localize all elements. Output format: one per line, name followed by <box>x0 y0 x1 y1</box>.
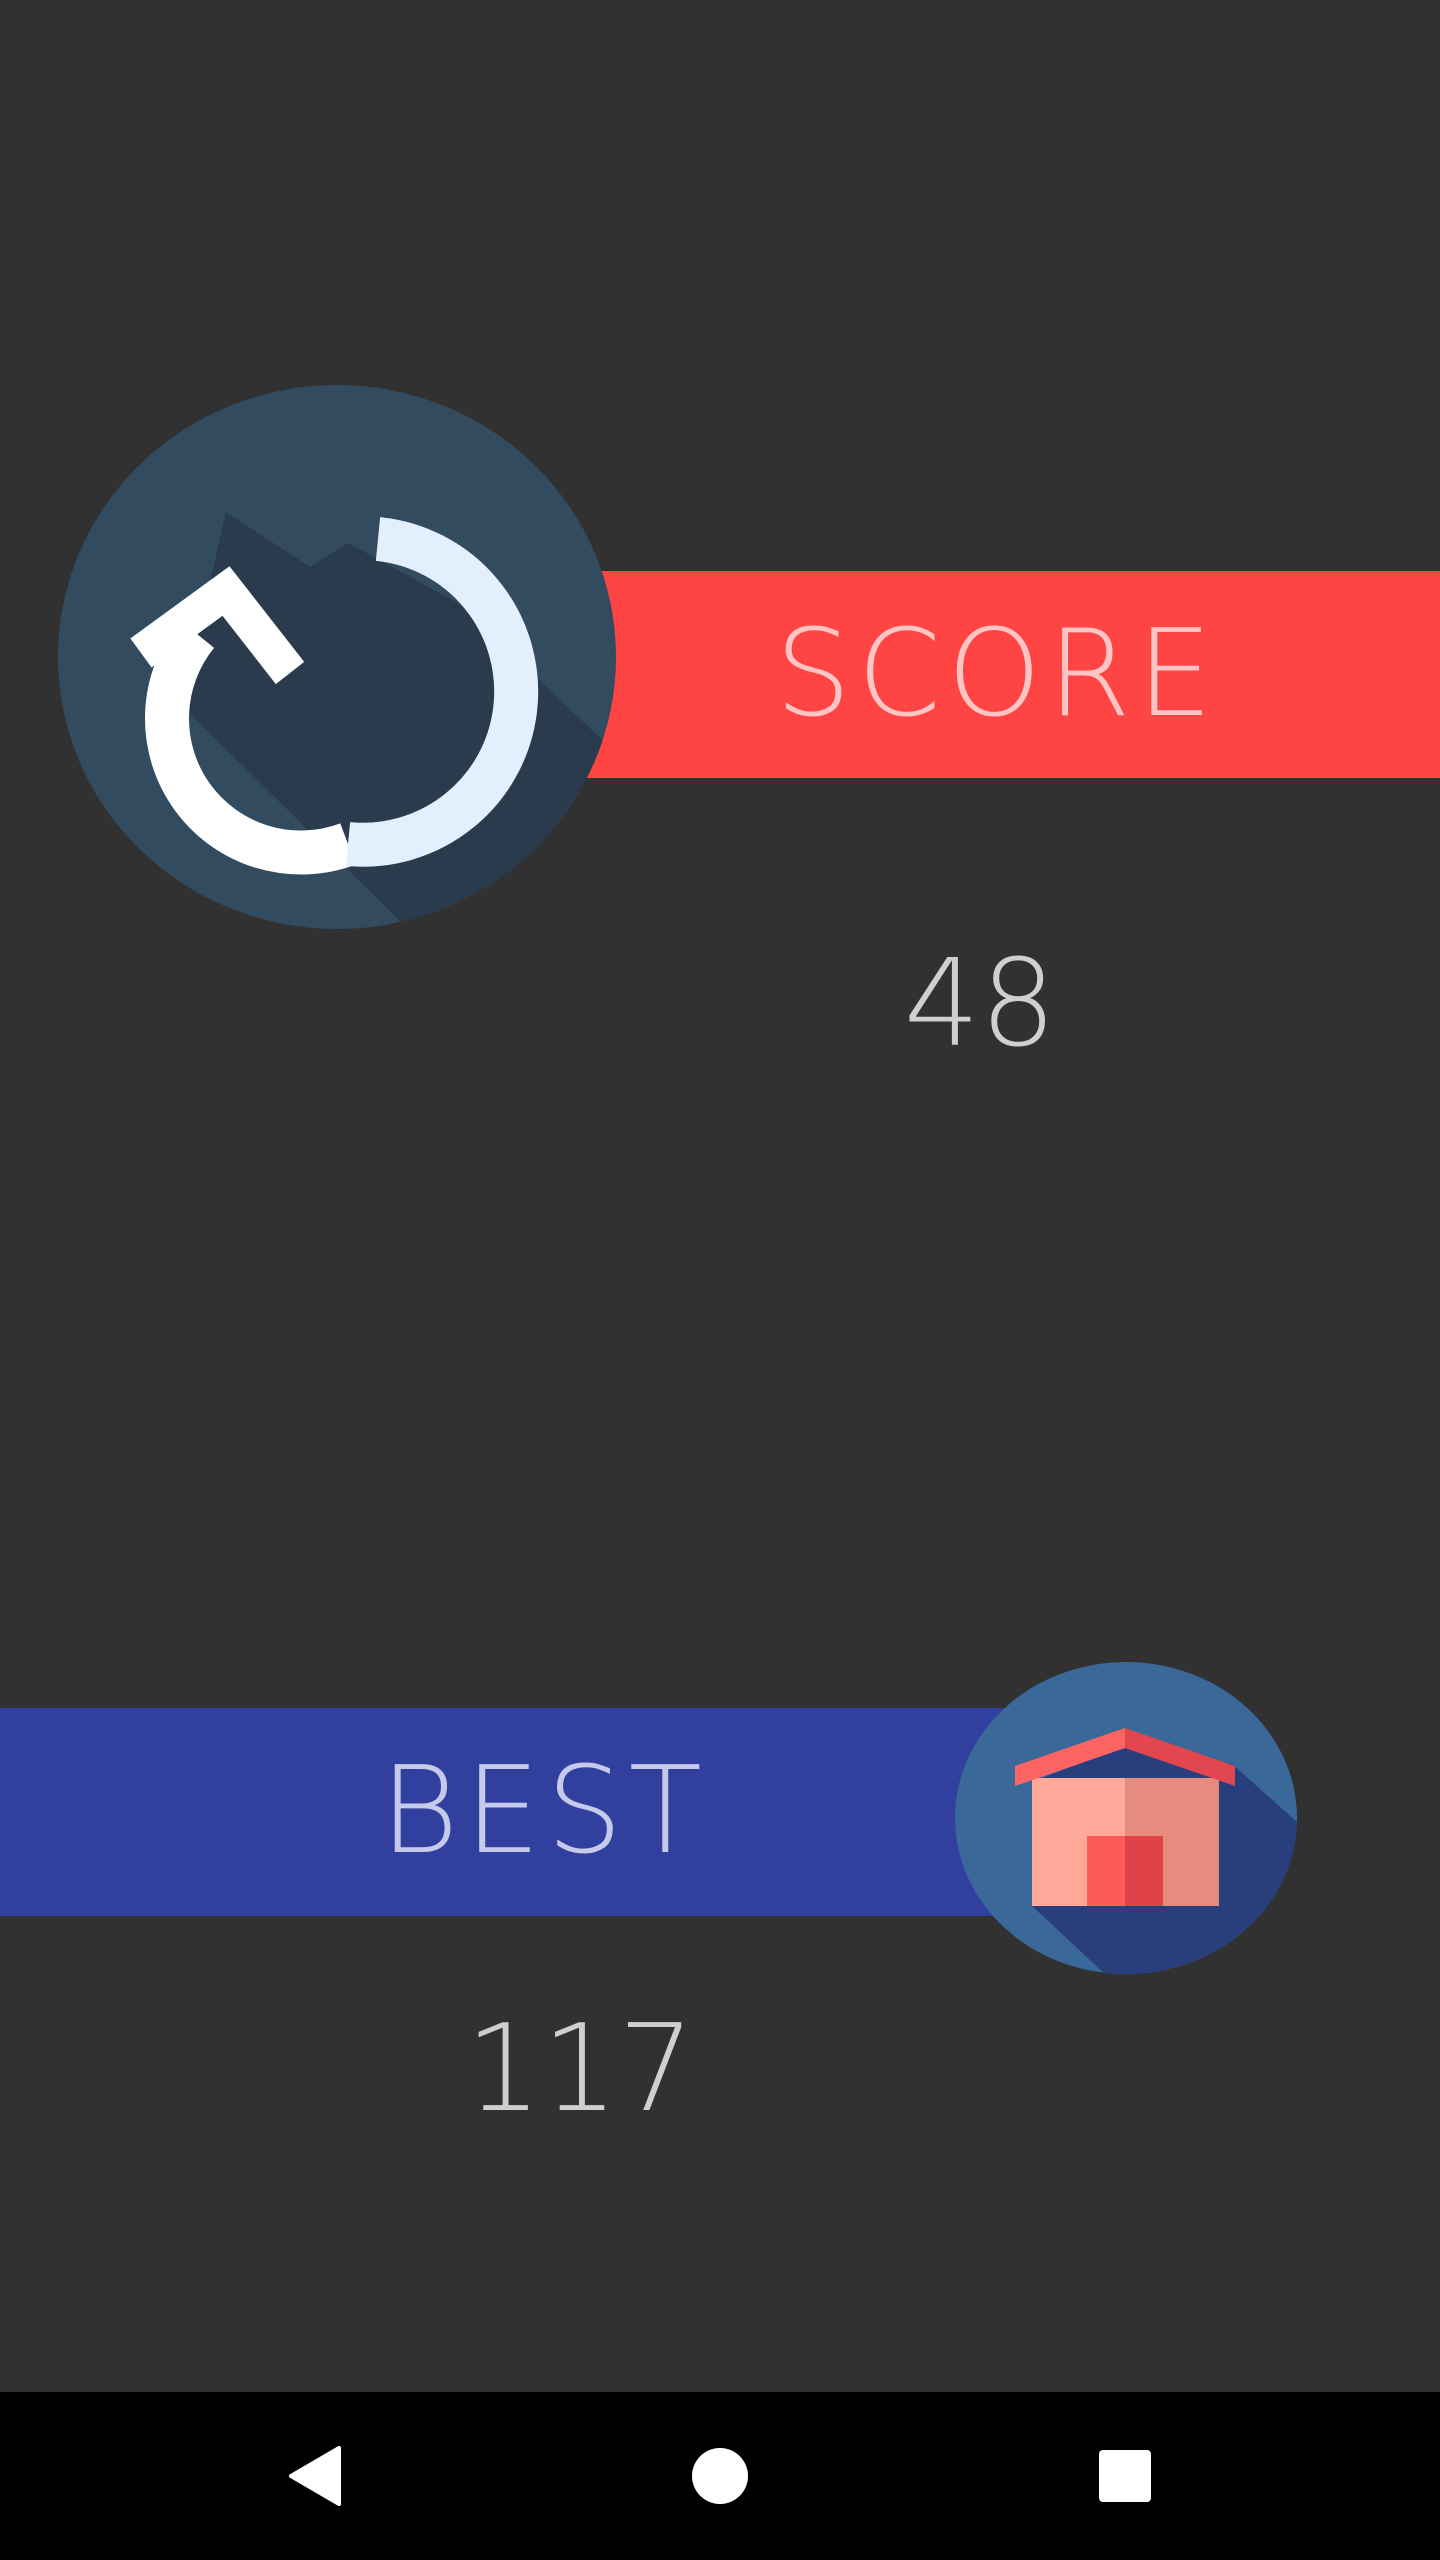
nav-recents-button[interactable] <box>1085 2436 1165 2516</box>
best-label: BEST <box>380 1742 708 1881</box>
score-label: SCORE <box>775 605 1219 744</box>
restart-button[interactable] <box>58 385 616 929</box>
home-button[interactable] <box>955 1662 1297 1974</box>
recents-square-icon <box>1099 2450 1151 2502</box>
score-banner: SCORE <box>560 571 1440 778</box>
best-banner: BEST <box>0 1708 1010 1916</box>
best-value: 117 <box>465 2000 695 2139</box>
score-value: 48 <box>903 935 1057 1074</box>
system-nav-bar <box>0 2392 1440 2560</box>
nav-home-button[interactable] <box>680 2436 760 2516</box>
game-over-screen: SCORE 48 BEST 117 <box>0 0 1440 2392</box>
home-circle-icon <box>692 2448 748 2504</box>
restart-icon <box>58 385 616 929</box>
back-triangle-icon <box>289 2446 341 2506</box>
nav-back-button[interactable] <box>275 2436 355 2516</box>
home-icon <box>955 1662 1297 1974</box>
